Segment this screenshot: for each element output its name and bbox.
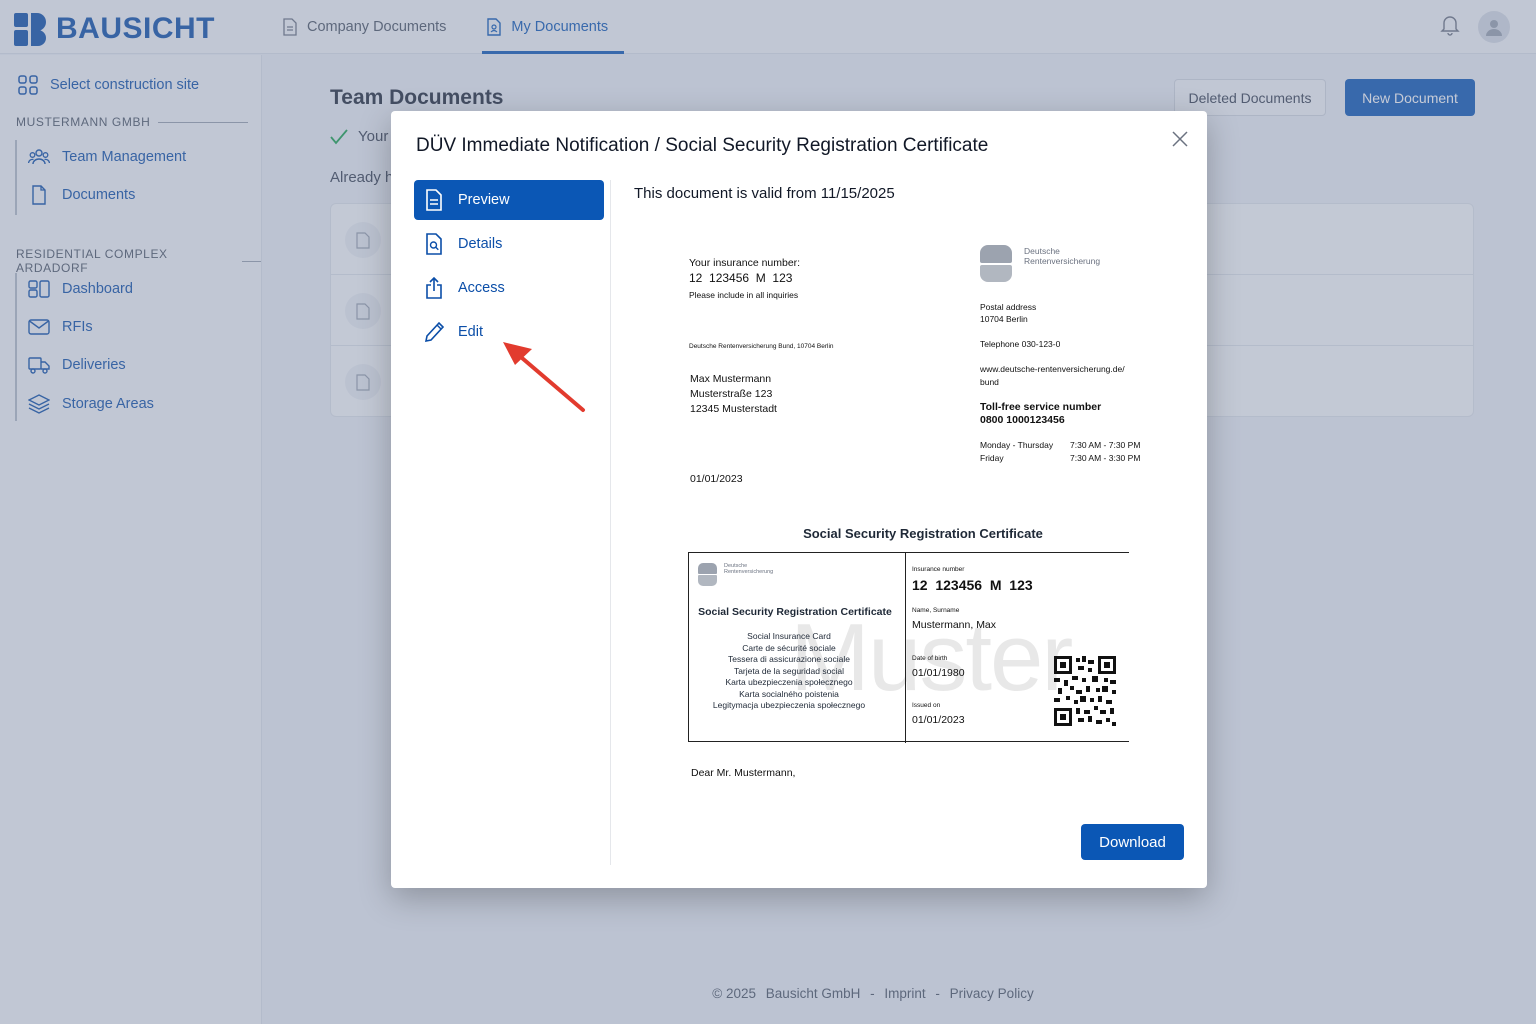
salutation: Dear Mr. Mustermann, bbox=[691, 767, 796, 779]
drv-name-line: Deutsche bbox=[1024, 246, 1060, 256]
card-languages: Social Insurance Card Carte de sécurité … bbox=[689, 631, 889, 712]
insurance-number-label: Your insurance number: bbox=[689, 257, 801, 269]
card-issued-label: Issued on bbox=[912, 702, 941, 709]
validity-text: This document is valid from 11/15/2025 bbox=[634, 185, 895, 202]
drv-name-line: Rentenversicherung bbox=[1024, 256, 1101, 266]
drv-logo-small: Deutsche Rentenversicherung bbox=[698, 563, 773, 587]
modal-nav: Preview Details Access Edit bbox=[414, 180, 604, 356]
postal-label: Postal address bbox=[980, 302, 1037, 312]
tollfree-label: Toll-free service number bbox=[980, 401, 1102, 413]
document-search-icon bbox=[426, 233, 442, 255]
card-language-line: Social Insurance Card bbox=[747, 631, 831, 641]
download-button[interactable]: Download bbox=[1081, 824, 1184, 860]
letter-date: 01/01/2023 bbox=[690, 473, 743, 485]
card-dob-label: Date of birth bbox=[912, 655, 948, 662]
modal-nav-label: Access bbox=[458, 280, 505, 296]
drv-logo-text: Deutsche Rentenversicherung bbox=[724, 563, 773, 587]
insurance-number: 12 123456 M 123 bbox=[689, 271, 793, 285]
recipient-street: Musterstraße 123 bbox=[690, 388, 773, 400]
qr-code-icon bbox=[1054, 656, 1116, 726]
sender-line: Deutsche Rentenversicherung Bund, 10704 … bbox=[689, 343, 834, 350]
card-language-line: Legitymacja ubezpieczenia społecznego bbox=[712, 700, 866, 710]
divider bbox=[905, 553, 906, 743]
card-language-line: Tarjeta de la seguridad social bbox=[733, 665, 845, 676]
card-language-line: Carte de sécurité sociale bbox=[742, 642, 836, 653]
telephone: Telephone 030-123-0 bbox=[980, 339, 1061, 349]
modal-nav-label: Details bbox=[458, 236, 503, 252]
card-title: Social Security Registration Certificate bbox=[698, 606, 892, 618]
recipient-city: 12345 Musterstadt bbox=[690, 403, 777, 415]
modal-nav-label: Edit bbox=[458, 324, 483, 340]
annotation-arrow-icon bbox=[503, 342, 585, 412]
card-language-line: Tessera di assicurazione sociale bbox=[728, 654, 850, 664]
include-note: Please include in all inquiries bbox=[689, 290, 799, 300]
modal-nav-label: Preview bbox=[458, 192, 510, 208]
recipient-name: Max Mustermann bbox=[690, 373, 772, 385]
pencil-icon bbox=[424, 321, 444, 343]
hours-time: 7:30 AM - 3:30 PM bbox=[1070, 453, 1141, 463]
card-issued: 01/01/2023 bbox=[912, 714, 965, 726]
postal-city: 10704 Berlin bbox=[980, 314, 1028, 324]
drv-logo-text: Deutsche Rentenversicherung bbox=[1024, 245, 1100, 283]
card-name: Mustermann, Max bbox=[912, 619, 997, 631]
share-icon bbox=[426, 277, 442, 299]
document-icon bbox=[426, 189, 442, 211]
hours-days: Friday bbox=[980, 453, 1004, 463]
drv-name-line: Rentenversicherung bbox=[724, 569, 774, 575]
drv-logo-icon bbox=[698, 563, 718, 587]
drv-logo: Deutsche Rentenversicherung bbox=[980, 245, 1100, 283]
card-language-line: Karta ubezpieczenia społecznego bbox=[725, 677, 853, 687]
hours-time: 7:30 AM - 7:30 PM bbox=[1070, 440, 1141, 450]
website-line1: www.deutsche-rentenversicherung.de/ bbox=[980, 364, 1125, 374]
modal-nav-access[interactable]: Access bbox=[414, 268, 604, 308]
card-language-line: Karta socialného poistenia bbox=[739, 688, 839, 699]
website-line2: bund bbox=[980, 377, 999, 387]
card-insurance-label: Insurance number bbox=[912, 566, 965, 573]
close-icon[interactable] bbox=[1171, 130, 1189, 148]
modal-nav-preview[interactable]: Preview bbox=[414, 180, 604, 220]
hours-days: Monday - Thursday bbox=[980, 440, 1054, 450]
card-insurance-number: 12 123456 M 123 bbox=[912, 577, 1033, 593]
modal-nav-details[interactable]: Details bbox=[414, 224, 604, 264]
document-modal: DÜV Immediate Notification / Social Secu… bbox=[391, 111, 1207, 888]
certificate-heading: Social Security Registration Certificate bbox=[803, 526, 1043, 541]
drv-logo-icon bbox=[980, 245, 1014, 283]
divider bbox=[610, 180, 611, 865]
card-dob: 01/01/1980 bbox=[912, 667, 965, 679]
modal-title: DÜV Immediate Notification / Social Secu… bbox=[416, 135, 989, 156]
card-name-label: Name, Surname bbox=[912, 607, 960, 614]
tollfree-number: 0800 1000123456 bbox=[980, 414, 1065, 426]
